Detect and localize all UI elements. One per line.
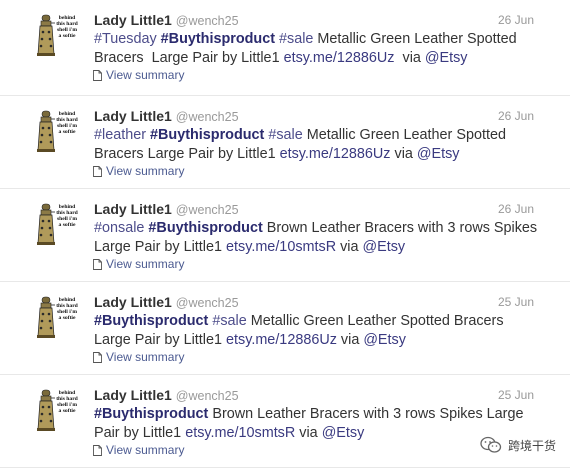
tweet-date[interactable]: 25 Jun xyxy=(498,388,534,402)
mention-link[interactable]: @Etsy xyxy=(363,239,406,255)
document-icon xyxy=(93,69,102,81)
view-summary-link[interactable]: View summary xyxy=(93,257,184,271)
url-link[interactable]: etsy.me/10smtsR xyxy=(185,425,295,441)
document-icon xyxy=(93,258,102,270)
dalek-avatar-icon[interactable]: behind this hard shell i'm a softie xyxy=(36,14,78,56)
author-name[interactable]: Lady Little1 xyxy=(94,387,172,403)
tweet-header: Lady Little1 @wench25 26 Jun xyxy=(94,12,534,30)
hashtag-link[interactable]: #leather xyxy=(94,127,150,143)
author-handle[interactable]: @wench25 xyxy=(176,296,239,310)
view-summary-link[interactable]: View summary xyxy=(93,68,184,82)
tweet-text: #Buythisproduct Brown Leather Bracers wi… xyxy=(94,405,539,442)
hashtag-link[interactable]: #Buythisproduct xyxy=(94,406,208,422)
mention-link[interactable]: @Etsy xyxy=(425,50,468,66)
tweet-feed: behind this hard shell i'm a softie Lady … xyxy=(0,0,570,468)
dalek-avatar-icon[interactable]: behind this hard shell i'm a softie xyxy=(36,203,78,245)
avatar-caption: behind this hard shell i'm a softie xyxy=(56,390,78,414)
wechat-icon xyxy=(480,436,502,453)
avatar-caption: behind this hard shell i'm a softie xyxy=(56,111,78,135)
dalek-avatar-icon[interactable]: behind this hard shell i'm a softie xyxy=(36,389,78,431)
tweet-text-segment: via xyxy=(295,424,322,441)
author-handle[interactable]: @wench25 xyxy=(176,14,239,28)
tweet-date[interactable]: 26 Jun xyxy=(498,13,534,27)
url-link[interactable]: etsy.me/10smtsR xyxy=(226,239,336,255)
url-link[interactable]: etsy.me/12886Uz xyxy=(280,146,391,162)
tweet-text-segment: via xyxy=(336,331,364,348)
view-summary-label: View summary xyxy=(106,350,185,364)
hashtag-link[interactable]: #onsale xyxy=(94,220,148,236)
avatar-caption: behind this hard shell i'm a softie xyxy=(56,204,78,228)
tweet-text: #onsale #Buythisproduct Brown Leather Br… xyxy=(94,219,539,256)
tweet-text-segment: via xyxy=(394,49,425,66)
tweet-date[interactable]: 25 Jun xyxy=(498,295,534,309)
url-link[interactable]: etsy.me/12886Uz xyxy=(226,332,337,348)
author-name[interactable]: Lady Little1 xyxy=(94,294,172,310)
tweet-item[interactable]: behind this hard shell i'm a softie Lady … xyxy=(0,96,570,189)
tweet-header: Lady Little1 @wench25 26 Jun xyxy=(94,108,534,126)
dalek-avatar-icon[interactable]: behind this hard shell i'm a softie xyxy=(36,296,78,338)
view-summary-label: View summary xyxy=(106,68,185,82)
tweet-date[interactable]: 26 Jun xyxy=(498,202,534,216)
document-icon xyxy=(93,351,102,363)
hashtag-link[interactable]: #sale xyxy=(212,313,246,329)
hashtag-link[interactable]: #sale xyxy=(268,127,302,143)
dalek-avatar-icon[interactable]: behind this hard shell i'm a softie xyxy=(36,110,78,152)
document-icon xyxy=(93,444,102,456)
hashtag-link[interactable]: #sale xyxy=(279,31,313,47)
view-summary-label: View summary xyxy=(106,164,185,178)
hashtag-link[interactable]: #Buythisproduct xyxy=(161,31,275,47)
avatar-caption: behind this hard shell i'm a softie xyxy=(56,15,78,39)
tweet-text-segment: via xyxy=(336,238,363,255)
document-icon xyxy=(93,165,102,177)
tweet-item[interactable]: behind this hard shell i'm a softie Lady … xyxy=(0,0,570,96)
view-summary-link[interactable]: View summary xyxy=(93,164,184,178)
view-summary-label: View summary xyxy=(106,443,185,457)
url-link[interactable]: etsy.me/12886Uz xyxy=(284,50,395,66)
mention-link[interactable]: @Etsy xyxy=(322,425,365,441)
tweet-header: Lady Little1 @wench25 25 Jun xyxy=(94,294,534,312)
tweet-date[interactable]: 26 Jun xyxy=(498,109,534,123)
tweet-header: Lady Little1 @wench25 25 Jun xyxy=(94,387,534,405)
tweet-text: #leather #Buythisproduct #sale Metallic … xyxy=(94,126,539,163)
avatar-caption: behind this hard shell i'm a softie xyxy=(56,297,78,321)
view-summary-link[interactable]: View summary xyxy=(93,443,184,457)
hashtag-link[interactable]: #Buythisproduct xyxy=(94,313,208,329)
watermark-text: 跨境干货 xyxy=(507,438,556,453)
tweet-text: #Tuesday #Buythisproduct #sale Metallic … xyxy=(94,30,539,67)
hashtag-link[interactable]: #Buythisproduct xyxy=(148,220,262,236)
mention-link[interactable]: @Etsy xyxy=(417,146,460,162)
view-summary-label: View summary xyxy=(106,257,185,271)
view-summary-link[interactable]: View summary xyxy=(93,350,184,364)
tweet-header: Lady Little1 @wench25 26 Jun xyxy=(94,201,534,219)
hashtag-link[interactable]: #Buythisproduct xyxy=(150,127,264,143)
tweet-text: #Buythisproduct #sale Metallic Green Lea… xyxy=(94,312,539,349)
tweet-item[interactable]: behind this hard shell i'm a softie Lady … xyxy=(0,282,570,375)
author-name[interactable]: Lady Little1 xyxy=(94,108,172,124)
tweet-item[interactable]: behind this hard shell i'm a softie Lady … xyxy=(0,375,570,468)
tweet-text-segment: via xyxy=(390,145,417,162)
mention-link[interactable]: @Etsy xyxy=(363,332,406,348)
watermark: 跨境干货 xyxy=(480,436,556,454)
author-name[interactable]: Lady Little1 xyxy=(94,12,172,28)
author-handle[interactable]: @wench25 xyxy=(176,389,239,403)
author-handle[interactable]: @wench25 xyxy=(176,203,239,217)
tweet-item[interactable]: behind this hard shell i'm a softie Lady … xyxy=(0,189,570,282)
author-name[interactable]: Lady Little1 xyxy=(94,201,172,217)
hashtag-link[interactable]: #Tuesday xyxy=(94,31,161,47)
author-handle[interactable]: @wench25 xyxy=(176,110,239,124)
